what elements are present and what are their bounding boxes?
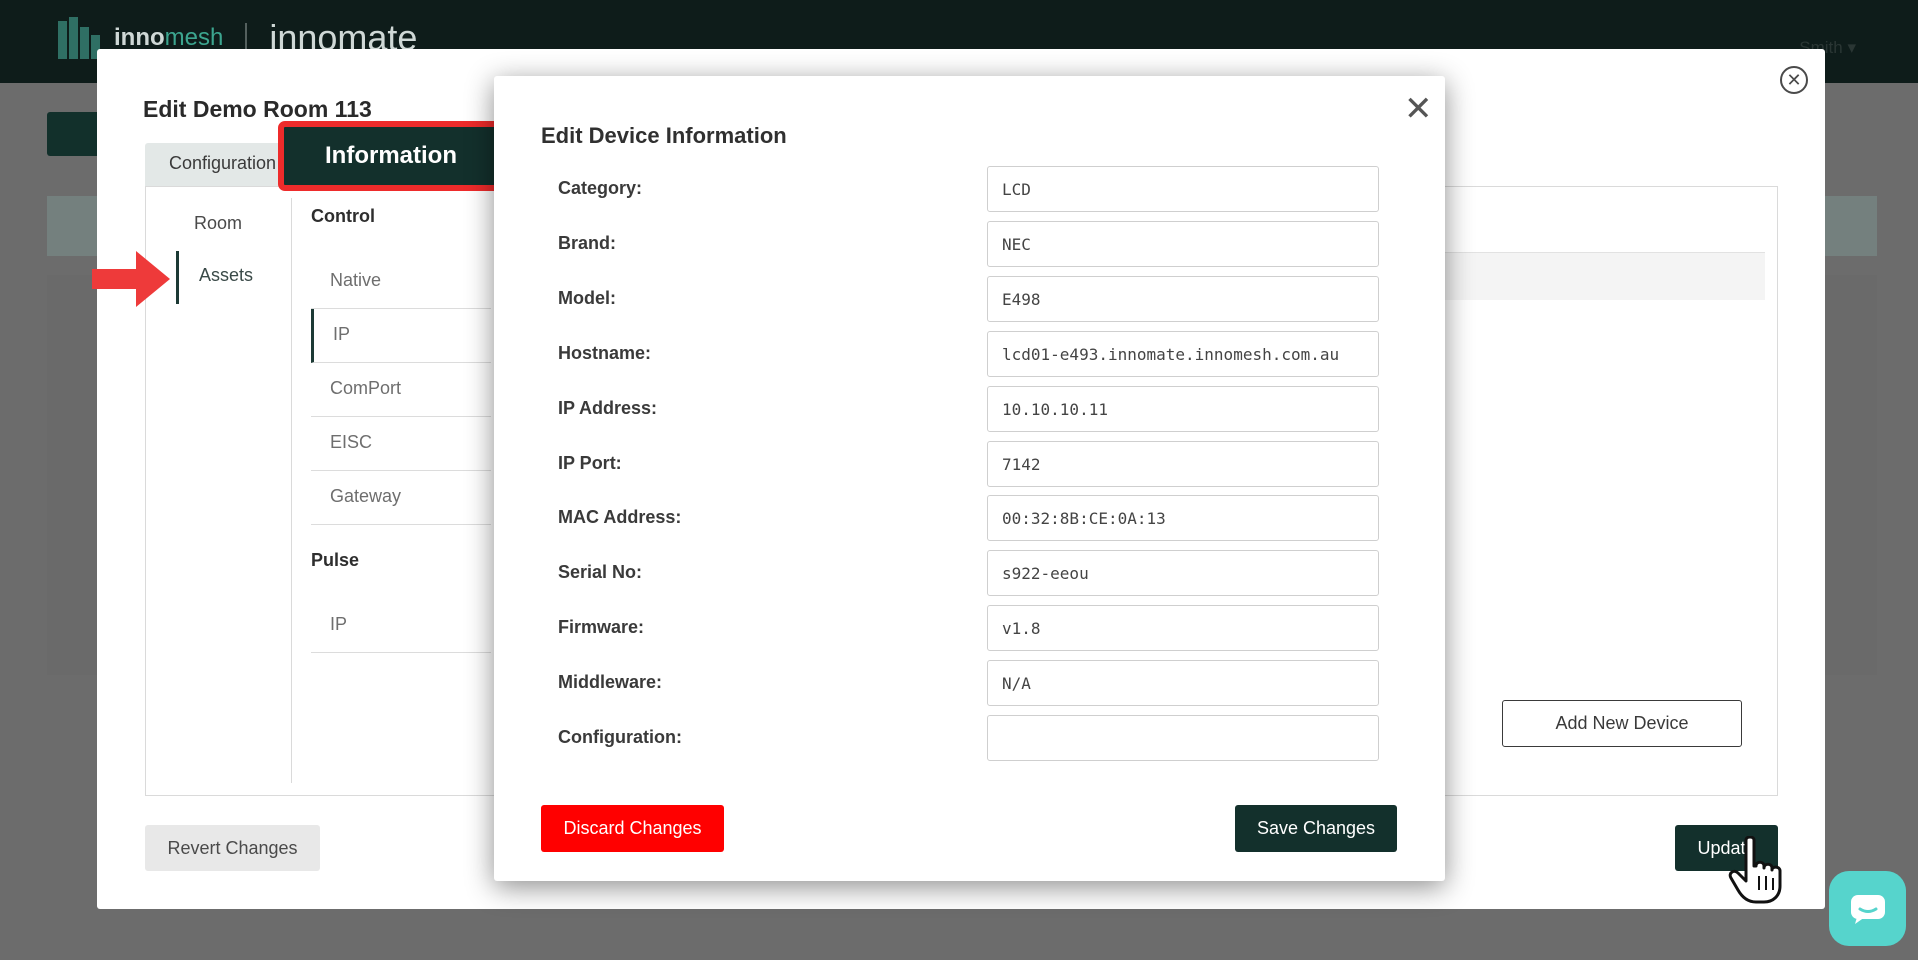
left-nav-assets[interactable]: Assets <box>176 251 276 304</box>
field-firmware: Firmware: v1.8 <box>494 605 1445 663</box>
field-label: Category: <box>558 178 643 198</box>
edit-device-modal: Edit Device Information Category: LCD Br… <box>494 76 1445 881</box>
control-item-eisc[interactable]: EISC <box>311 417 491 471</box>
model-input[interactable]: E498 <box>987 276 1379 322</box>
field-model: Model: E498 <box>494 276 1445 334</box>
field-category: Category: LCD <box>494 166 1445 224</box>
section-heading-control: Control <box>311 206 375 226</box>
discard-changes-button[interactable]: Discard Changes <box>541 805 724 852</box>
chat-icon <box>1850 894 1885 924</box>
circle-close-icon[interactable]: ✕ <box>1780 66 1808 94</box>
field-ip-address: IP Address: 10.10.10.11 <box>494 386 1445 444</box>
field-label: Model: <box>558 288 616 308</box>
control-item-comport[interactable]: ComPort <box>311 363 491 417</box>
firmware-input[interactable]: v1.8 <box>987 605 1379 651</box>
left-nav-divider <box>291 198 292 783</box>
brand-input[interactable]: NEC <box>987 221 1379 267</box>
control-item-native[interactable]: Native <box>311 255 491 309</box>
category-input[interactable]: LCD <box>987 166 1379 212</box>
control-item-gateway[interactable]: Gateway <box>311 471 491 525</box>
field-label: Hostname: <box>558 343 652 363</box>
brand-mark-icon <box>58 17 100 59</box>
field-mac-address: MAC Address: 00:32:8B:CE:0A:13 <box>494 495 1445 553</box>
section-heading-pulse: Pulse <box>311 550 360 570</box>
field-middleware: Middleware: N/A <box>494 660 1445 718</box>
field-label: Configuration: <box>558 727 682 747</box>
middleware-input[interactable]: N/A <box>987 660 1379 706</box>
left-nav-room[interactable]: Room <box>194 213 242 234</box>
field-ip-port: IP Port: 7142 <box>494 441 1445 499</box>
field-label: MAC Address: <box>558 507 682 527</box>
table-divider <box>1440 252 1765 253</box>
field-label: Serial No: <box>558 562 643 582</box>
revert-changes-button[interactable]: Revert Changes <box>145 825 320 871</box>
field-configuration: Configuration: <box>494 715 1445 773</box>
control-item-ip[interactable]: IP <box>311 309 491 363</box>
hand-pointer-icon <box>1728 836 1782 904</box>
field-brand: Brand: NEC <box>494 221 1445 279</box>
field-serial-no: Serial No: s922-eeou <box>494 550 1445 608</box>
device-modal-title: Edit Device Information <box>541 123 787 148</box>
arrow-right-icon <box>92 251 170 307</box>
field-label: Brand: <box>558 233 616 253</box>
ip-port-input[interactable]: 7142 <box>987 441 1379 487</box>
serial-no-input[interactable]: s922-eeou <box>987 550 1379 596</box>
chat-button[interactable] <box>1829 871 1906 946</box>
close-icon[interactable]: ✕ <box>1404 92 1433 126</box>
mac-address-input[interactable]: 00:32:8B:CE:0A:13 <box>987 495 1379 541</box>
ip-address-input[interactable]: 10.10.10.11 <box>987 386 1379 432</box>
save-changes-button[interactable]: Save Changes <box>1235 805 1397 852</box>
field-hostname: Hostname: lcd01-e493.innomate.innomesh.c… <box>494 331 1445 389</box>
pulse-item-ip[interactable]: IP <box>311 599 491 653</box>
add-new-device-button[interactable]: Add New Device <box>1502 700 1742 747</box>
brand-name: innomesh <box>114 24 224 51</box>
field-label: IP Port: <box>558 453 622 473</box>
device-table-header <box>1440 252 1765 300</box>
field-label: IP Address: <box>558 398 658 418</box>
field-label: Firmware: <box>558 617 645 637</box>
room-modal-title: Edit Demo Room 113 <box>143 96 372 122</box>
tab-information[interactable]: Information <box>278 121 504 191</box>
field-label: Middleware: <box>558 672 663 692</box>
hostname-input[interactable]: lcd01-e493.innomate.innomesh.com.au <box>987 331 1379 377</box>
configuration-input[interactable] <box>987 715 1379 761</box>
